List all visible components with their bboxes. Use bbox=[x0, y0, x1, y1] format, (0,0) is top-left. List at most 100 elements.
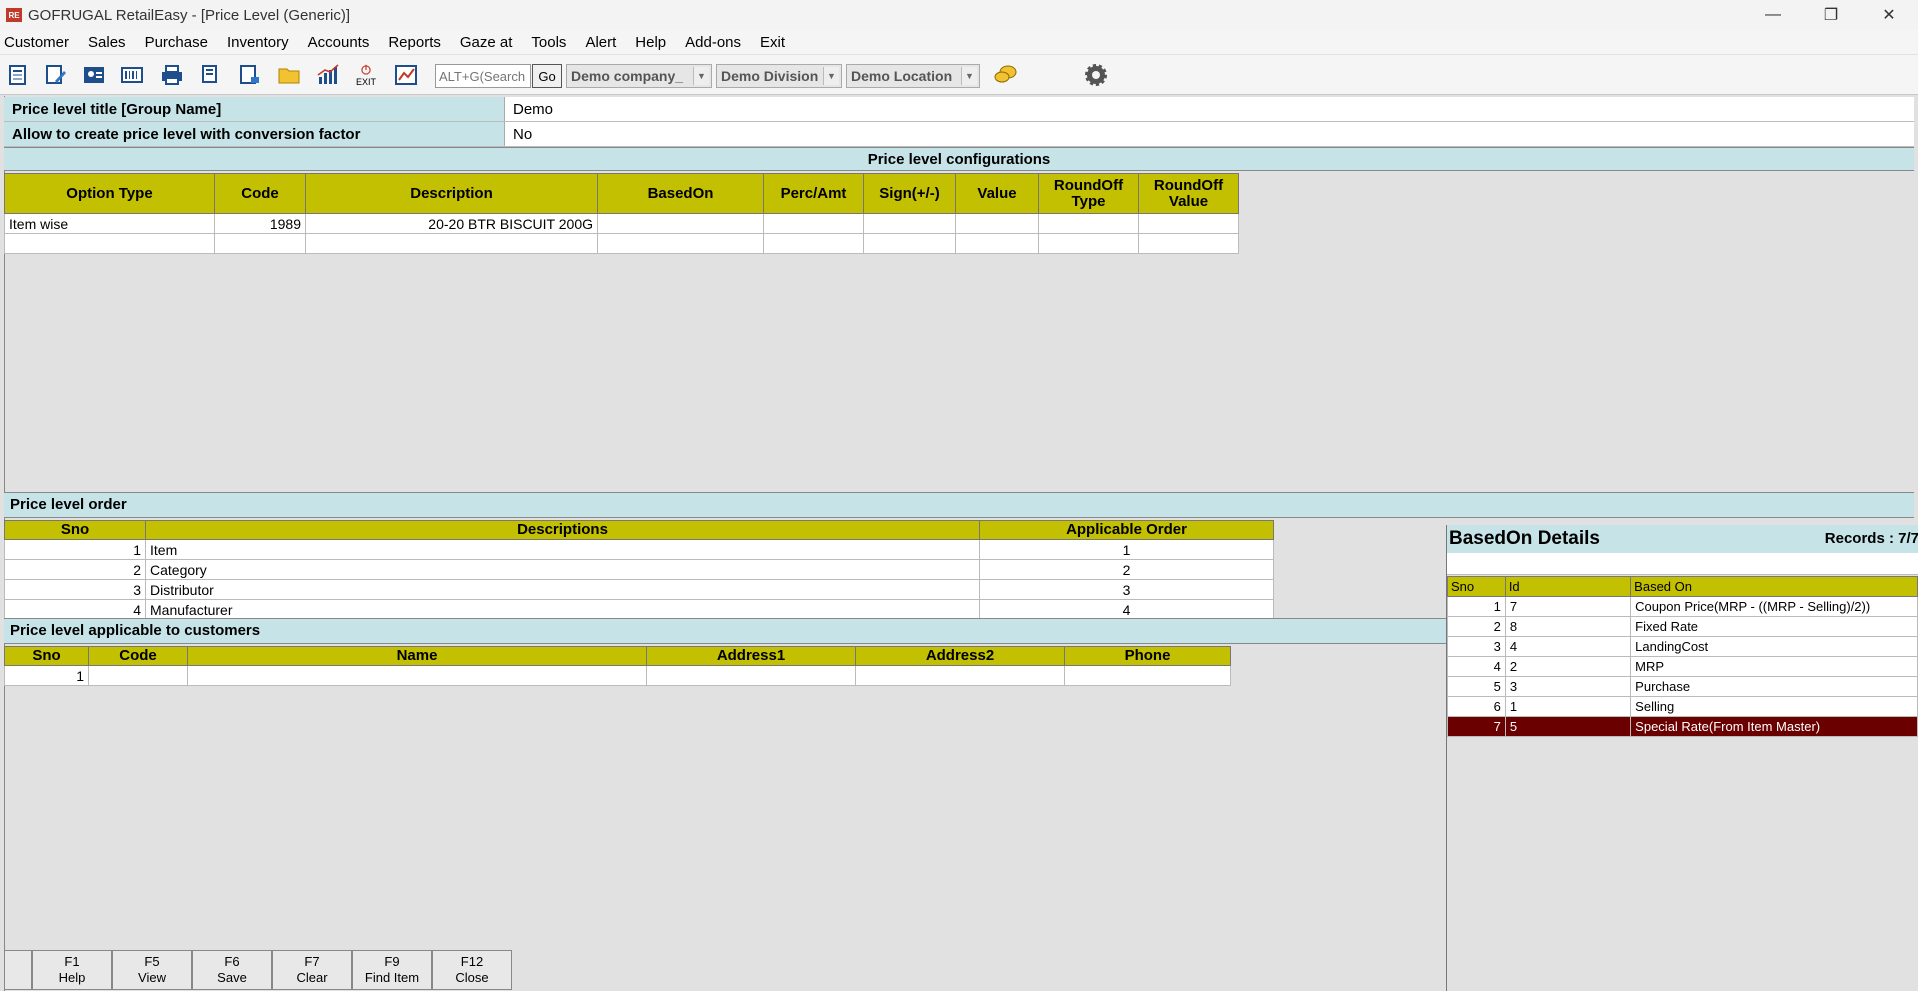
col-address1[interactable]: Address1 bbox=[646, 646, 856, 666]
code-cell[interactable] bbox=[88, 665, 188, 686]
empty-cell[interactable] bbox=[1038, 233, 1139, 254]
barcode-icon[interactable] bbox=[118, 62, 146, 88]
location-select[interactable]: Demo Location ▼ bbox=[846, 64, 980, 88]
col-code[interactable]: Code bbox=[88, 646, 188, 666]
code-cell[interactable]: 1989 bbox=[214, 213, 306, 234]
empty-cell[interactable] bbox=[214, 233, 306, 254]
col-description[interactable]: Description bbox=[305, 173, 598, 214]
col-based-on[interactable]: BasedOn bbox=[597, 173, 764, 214]
find-item-button[interactable]: F9 Find Item bbox=[352, 950, 432, 990]
menu-gaze-at[interactable]: Gaze at bbox=[460, 34, 513, 51]
order-cell[interactable]: 3 bbox=[979, 579, 1274, 600]
roundoff-type-cell[interactable] bbox=[1038, 213, 1139, 234]
bar-chart-icon[interactable] bbox=[314, 62, 342, 88]
selected-list-item[interactable]: 7 5 Special Rate(From Item Master) bbox=[1447, 716, 1918, 737]
menu-tools[interactable]: Tools bbox=[531, 34, 566, 51]
table-row[interactable]: 3 Distributor 3 bbox=[4, 579, 1274, 600]
option-type-cell[interactable]: Item wise bbox=[4, 213, 215, 234]
list-item[interactable]: 4 2 MRP bbox=[1447, 656, 1918, 677]
menu-accounts[interactable]: Accounts bbox=[308, 34, 370, 51]
transfer-icon[interactable] bbox=[236, 62, 264, 88]
document-icon[interactable] bbox=[4, 62, 32, 88]
order-cell[interactable]: 4 bbox=[979, 599, 1274, 620]
chat-icon[interactable] bbox=[992, 62, 1020, 88]
table-row[interactable]: 1 bbox=[4, 665, 1231, 686]
edit-document-icon[interactable] bbox=[42, 62, 70, 88]
menu-help[interactable]: Help bbox=[635, 34, 666, 51]
description-cell[interactable]: Manufacturer bbox=[145, 599, 980, 620]
list-item[interactable]: 5 3 Purchase bbox=[1447, 676, 1918, 697]
view-button[interactable]: F5 View bbox=[112, 950, 192, 990]
col-roundoff-value[interactable]: RoundOff Value bbox=[1138, 173, 1239, 214]
division-select[interactable]: Demo Division ▼ bbox=[716, 64, 842, 88]
table-row[interactable]: 2 Category 2 bbox=[4, 559, 1274, 580]
list-item[interactable]: 2 8 Fixed Rate bbox=[1447, 616, 1918, 637]
copy-icon[interactable] bbox=[196, 62, 224, 88]
list-item[interactable]: 6 1 Selling bbox=[1447, 696, 1918, 717]
table-row[interactable]: Item wise 1989 20-20 BTR BISCUIT 200G bbox=[4, 213, 1239, 234]
help-button[interactable]: F1 Help bbox=[32, 950, 112, 990]
description-cell[interactable]: Item bbox=[145, 539, 980, 560]
list-item[interactable]: 1 7 Coupon Price(MRP - ((MRP - Selling)/2)… bbox=[1447, 596, 1918, 617]
col-value[interactable]: Value bbox=[955, 173, 1039, 214]
description-cell[interactable]: Category bbox=[145, 559, 980, 580]
table-row[interactable]: 1 Item 1 bbox=[4, 539, 1274, 560]
menu-exit[interactable]: Exit bbox=[760, 34, 785, 51]
clear-button[interactable]: F7 Clear bbox=[272, 950, 352, 990]
sign-cell[interactable] bbox=[863, 213, 956, 234]
table-row[interactable] bbox=[4, 233, 1239, 254]
col-sign[interactable]: Sign(+/-) bbox=[863, 173, 956, 214]
col-address2[interactable]: Address2 bbox=[855, 646, 1065, 666]
based-on-filter-row[interactable] bbox=[1447, 553, 1918, 575]
col-code[interactable]: Code bbox=[214, 173, 306, 214]
col-id[interactable]: Id bbox=[1504, 576, 1632, 597]
close-button[interactable]: F12 Close bbox=[432, 950, 512, 990]
col-descriptions[interactable]: Descriptions bbox=[145, 520, 980, 540]
empty-cell[interactable] bbox=[305, 233, 598, 254]
description-cell[interactable]: 20-20 BTR BISCUIT 200G bbox=[305, 213, 598, 234]
exit-icon[interactable]: EXIT bbox=[352, 62, 380, 88]
col-sno[interactable]: Sno bbox=[4, 520, 146, 540]
menu-sales[interactable]: Sales bbox=[88, 34, 126, 51]
col-applicable-order[interactable]: Applicable Order bbox=[979, 520, 1274, 540]
empty-cell[interactable] bbox=[1138, 233, 1239, 254]
gear-icon[interactable] bbox=[1082, 62, 1110, 88]
address2-cell[interactable] bbox=[855, 665, 1065, 686]
menu-alert[interactable]: Alert bbox=[585, 34, 616, 51]
empty-cell[interactable] bbox=[955, 233, 1039, 254]
name-cell[interactable] bbox=[187, 665, 647, 686]
conversion-factor-field[interactable]: No bbox=[504, 122, 1914, 146]
col-based-on[interactable]: Based On bbox=[1630, 576, 1918, 597]
value-cell[interactable] bbox=[955, 213, 1039, 234]
empty-cell[interactable] bbox=[863, 233, 956, 254]
based-on-cell[interactable] bbox=[597, 213, 764, 234]
col-sno[interactable]: Sno bbox=[1447, 576, 1506, 597]
search-input[interactable] bbox=[435, 64, 531, 88]
menu-inventory[interactable]: Inventory bbox=[227, 34, 289, 51]
save-button[interactable]: F6 Save bbox=[192, 950, 272, 990]
phone-cell[interactable] bbox=[1064, 665, 1231, 686]
col-sno[interactable]: Sno bbox=[4, 646, 89, 666]
col-option-type[interactable]: Option Type bbox=[4, 173, 215, 214]
menu-add-ons[interactable]: Add-ons bbox=[685, 34, 741, 51]
col-roundoff-type[interactable]: RoundOff Type bbox=[1038, 173, 1139, 214]
print-icon[interactable] bbox=[158, 62, 186, 88]
col-phone[interactable]: Phone bbox=[1064, 646, 1231, 666]
customer-card-icon[interactable] bbox=[80, 62, 108, 88]
empty-cell[interactable] bbox=[4, 233, 215, 254]
restore-icon[interactable]: ❐ bbox=[1802, 0, 1860, 30]
line-chart-icon[interactable] bbox=[392, 62, 420, 88]
menu-purchase[interactable]: Purchase bbox=[145, 34, 208, 51]
close-icon[interactable]: ✕ bbox=[1860, 0, 1918, 30]
col-name[interactable]: Name bbox=[187, 646, 647, 666]
roundoff-value-cell[interactable] bbox=[1138, 213, 1239, 234]
empty-cell[interactable] bbox=[597, 233, 764, 254]
menu-reports[interactable]: Reports bbox=[388, 34, 441, 51]
minimize-icon[interactable]: — bbox=[1744, 0, 1802, 30]
price-level-title-field[interactable]: Demo bbox=[504, 97, 1914, 121]
open-folder-icon[interactable] bbox=[276, 62, 304, 88]
col-perc-amt[interactable]: Perc/Amt bbox=[763, 173, 864, 214]
company-select[interactable]: Demo company_ ▼ bbox=[566, 64, 712, 88]
description-cell[interactable]: Distributor bbox=[145, 579, 980, 600]
perc-amt-cell[interactable] bbox=[763, 213, 864, 234]
